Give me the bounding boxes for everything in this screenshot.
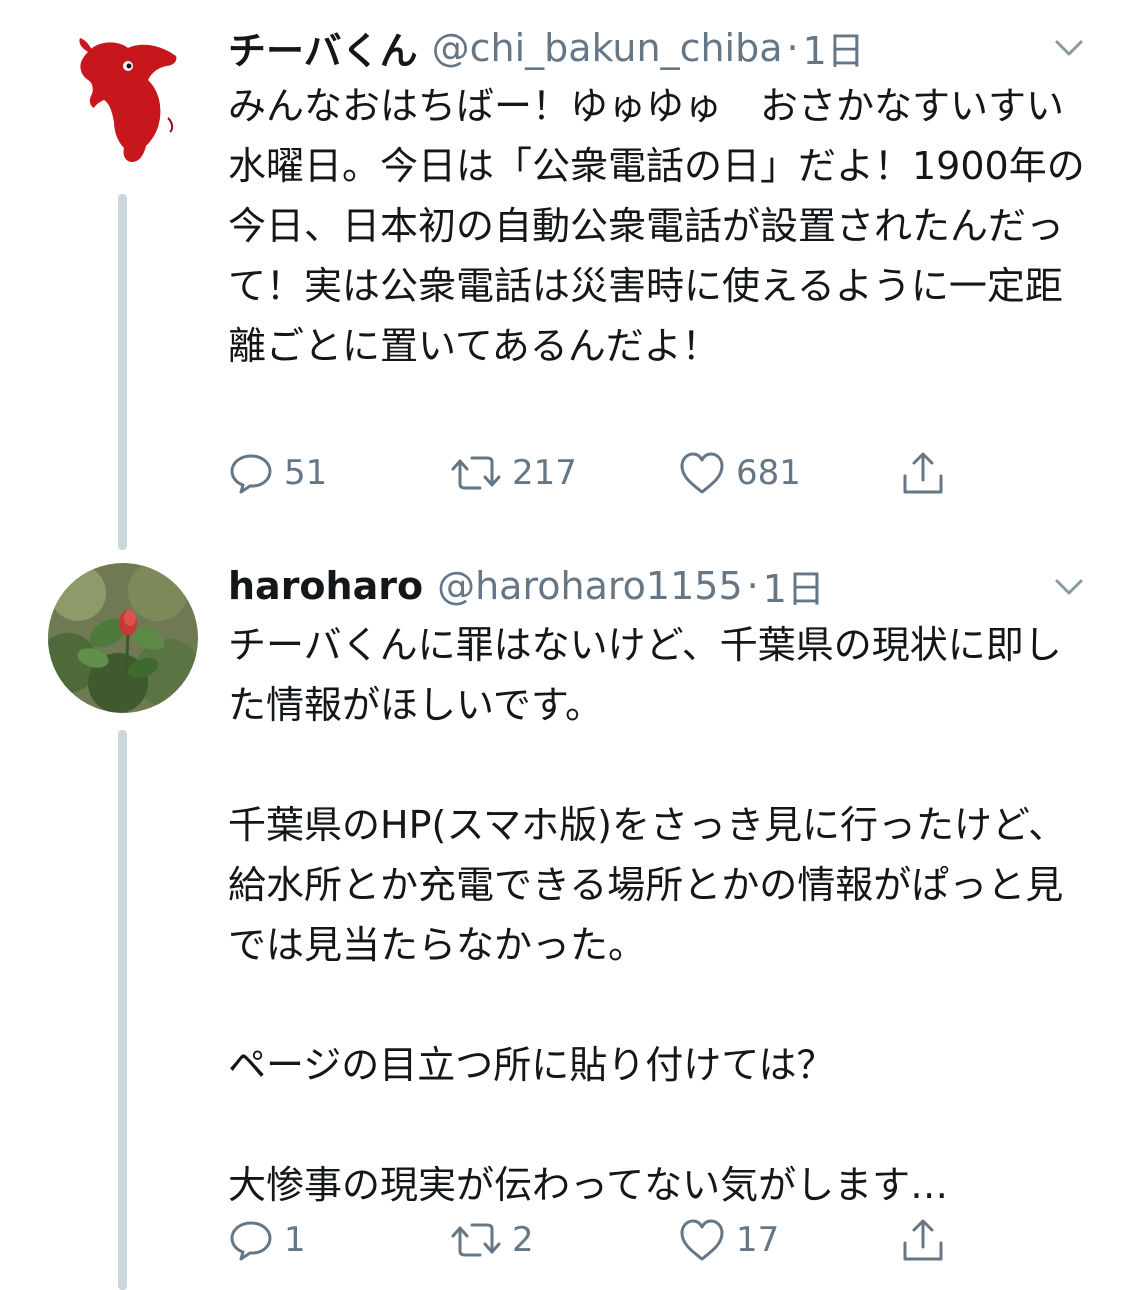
tweet[interactable]: チーバくん @chi_bakun_chiba · 1日 みんなおはちばー！ゆゅゆゅ お…: [0, 0, 1125, 555]
tweet-header: haroharo @haroharo1155 · 1日: [228, 558, 1085, 614]
more-options-button[interactable]: [1051, 569, 1087, 605]
separator-dot: ·: [746, 563, 759, 608]
avatar[interactable]: [48, 22, 198, 172]
avatar[interactable]: [48, 563, 198, 713]
tweet-actions: 51 217 681: [228, 448, 988, 498]
reply-count: 51: [284, 453, 328, 493]
tweet-actions: 1 2 17: [228, 1215, 988, 1265]
retweet-button[interactable]: 217: [450, 448, 577, 498]
tweet[interactable]: haroharo @haroharo1155 · 1日 チーバくんに罪はないけど、千葉…: [0, 555, 1125, 1290]
reply-icon: [230, 454, 272, 494]
reply-icon: [230, 1221, 272, 1261]
chevron-down-icon: [1055, 40, 1083, 56]
display-name[interactable]: haroharo: [228, 564, 423, 608]
separator-dot: ·: [786, 25, 799, 70]
retweet-icon: [451, 456, 501, 490]
reply-button[interactable]: 51: [228, 448, 327, 498]
user-handle[interactable]: @chi_bakun_chiba: [432, 26, 783, 70]
retweet-icon: [451, 1223, 501, 1257]
like-button[interactable]: 17: [678, 1215, 779, 1265]
retweet-button[interactable]: 2: [450, 1215, 534, 1265]
tweet-text: チーバくんに罪はないけど、千葉県の現状に即した情報がほしいです。 千葉県のHP(…: [228, 623, 1067, 1207]
tweet-text: みんなおはちばー！ゆゅゆゅ おさかなすいすい水曜日。今日は「公衆電話の日」だよ！…: [228, 84, 1085, 368]
like-button[interactable]: 681: [678, 448, 801, 498]
thread-line: [118, 194, 127, 550]
timestamp[interactable]: 1日: [803, 20, 865, 75]
share-button[interactable]: [900, 1215, 946, 1265]
tweet-header: チーバくん @chi_bakun_chiba · 1日: [228, 20, 1085, 76]
like-count: 681: [736, 453, 801, 493]
thread-line: [118, 730, 127, 1290]
retweet-count: 217: [512, 453, 577, 493]
chevron-down-icon: [1055, 579, 1083, 595]
like-count: 17: [736, 1220, 780, 1260]
reply-button[interactable]: 1: [228, 1215, 306, 1265]
share-icon: [903, 452, 943, 494]
heart-icon: [680, 1219, 724, 1261]
timestamp[interactable]: 1日: [763, 558, 825, 613]
rose-photo-icon: [48, 563, 198, 713]
retweet-count: 2: [512, 1220, 534, 1260]
user-handle[interactable]: @haroharo1155: [437, 564, 743, 608]
reply-count: 1: [284, 1220, 306, 1260]
red-mascot-icon: [79, 38, 177, 162]
share-button[interactable]: [900, 448, 946, 498]
share-icon: [903, 1219, 943, 1261]
display-name[interactable]: チーバくん: [228, 20, 418, 75]
more-options-button[interactable]: [1051, 30, 1087, 66]
heart-icon: [680, 452, 724, 494]
